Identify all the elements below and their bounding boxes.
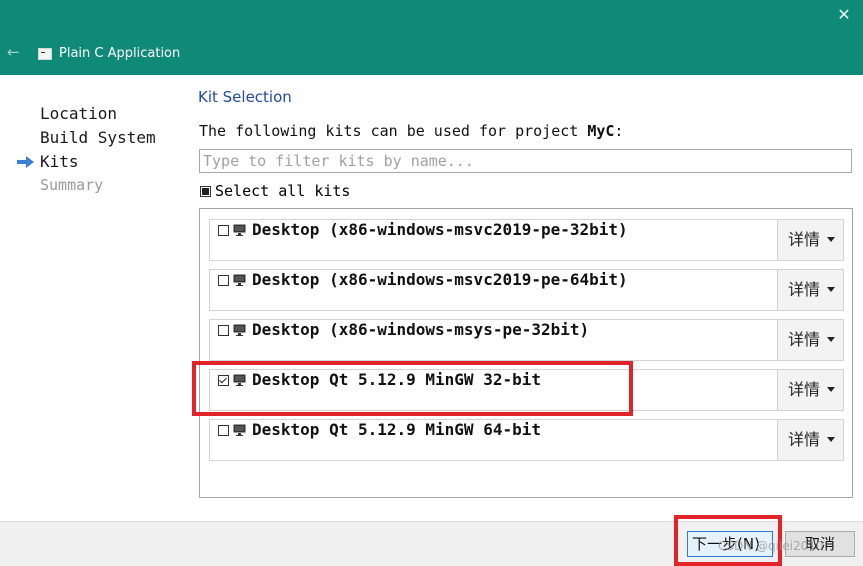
- kit-main: Desktop (x86-windows-msys-pe-32bit): [218, 320, 589, 360]
- kit-main: Desktop (x86-windows-msvc2019-pe-32bit): [218, 220, 628, 260]
- kit-details-button[interactable]: 详情: [777, 220, 843, 260]
- kit-main: Desktop Qt 5.12.9 MinGW 64-bit: [218, 420, 541, 460]
- details-label: 详情: [788, 380, 821, 399]
- select-all-checkbox[interactable]: [200, 186, 211, 197]
- monitor-icon: [233, 274, 246, 286]
- intro-prefix: The following kits can be used for proje…: [199, 122, 588, 140]
- kit-checkbox[interactable]: [218, 325, 229, 336]
- step-label: Build System: [40, 128, 156, 147]
- application-icon: [38, 48, 52, 60]
- kit-row[interactable]: Desktop Qt 5.12.9 MinGW 32-bit 详情: [209, 369, 844, 411]
- kit-row[interactable]: Desktop (x86-windows-msvc2019-pe-64bit) …: [209, 269, 844, 311]
- title-bar: ✕ ← Plain C Application: [0, 0, 863, 75]
- step-label: Location: [40, 104, 118, 123]
- details-label: 详情: [788, 280, 821, 299]
- step-label: Summary: [40, 176, 104, 194]
- kit-name: Desktop Qt 5.12.9 MinGW 32-bit: [252, 370, 541, 389]
- step-summary: Summary: [17, 176, 187, 200]
- kit-checkbox[interactable]: [218, 225, 229, 236]
- details-label: 详情: [788, 430, 821, 449]
- monitor-icon: [233, 324, 246, 336]
- kit-checkbox[interactable]: [218, 375, 229, 386]
- step-location: Location: [17, 104, 187, 128]
- project-name: MyC: [587, 122, 615, 140]
- intro-suffix: :: [614, 122, 624, 140]
- select-all-kits[interactable]: Select all kits: [200, 182, 350, 202]
- intro-text: The following kits can be used for proje…: [199, 122, 623, 140]
- step-build-system: Build System: [17, 128, 187, 152]
- kit-details-button[interactable]: 详情: [777, 420, 843, 460]
- monitor-icon: [233, 374, 246, 386]
- kit-main: Desktop (x86-windows-msvc2019-pe-64bit): [218, 270, 628, 310]
- kit-row[interactable]: Desktop (x86-windows-msvc2019-pe-32bit) …: [209, 219, 844, 261]
- kit-filter-input[interactable]: [199, 149, 852, 173]
- dropdown-caret-icon: [827, 237, 835, 242]
- dropdown-caret-icon: [827, 287, 835, 292]
- close-icon[interactable]: ✕: [835, 6, 853, 24]
- kit-name: Desktop (x86-windows-msvc2019-pe-64bit): [252, 270, 628, 289]
- dropdown-caret-icon: [827, 337, 835, 342]
- monitor-icon: [233, 224, 246, 236]
- window-title: Plain C Application: [59, 46, 181, 61]
- wizard-steps: Location Build System Kits Summary: [17, 104, 187, 200]
- monitor-icon: [233, 424, 246, 436]
- kits-list: Desktop (x86-windows-msvc2019-pe-32bit) …: [199, 208, 853, 498]
- step-kits: Kits: [17, 152, 187, 176]
- select-all-label: Select all kits: [215, 182, 351, 200]
- step-label: Kits: [40, 152, 79, 171]
- kit-main: Desktop Qt 5.12.9 MinGW 32-bit: [218, 370, 541, 410]
- details-label: 详情: [788, 330, 821, 349]
- current-step-arrow-icon: [17, 156, 34, 168]
- kit-checkbox[interactable]: [218, 275, 229, 286]
- dropdown-caret-icon: [827, 437, 835, 442]
- kit-name: Desktop Qt 5.12.9 MinGW 64-bit: [252, 420, 541, 439]
- kit-details-button[interactable]: 详情: [777, 270, 843, 310]
- page-heading: Kit Selection: [198, 88, 292, 106]
- kit-row[interactable]: Desktop (x86-windows-msys-pe-32bit) 详情: [209, 319, 844, 361]
- kit-details-button[interactable]: 详情: [777, 320, 843, 360]
- kit-details-button[interactable]: 详情: [777, 370, 843, 410]
- kit-name: Desktop (x86-windows-msvc2019-pe-32bit): [252, 220, 628, 239]
- dropdown-caret-icon: [827, 387, 835, 392]
- kit-checkbox[interactable]: [218, 425, 229, 436]
- back-arrow-icon[interactable]: ←: [7, 44, 23, 60]
- details-label: 详情: [788, 230, 821, 249]
- kit-row[interactable]: Desktop Qt 5.12.9 MinGW 64-bit 详情: [209, 419, 844, 461]
- watermark: CSDN @qilei2010: [718, 539, 824, 553]
- kit-name: Desktop (x86-windows-msys-pe-32bit): [252, 320, 590, 339]
